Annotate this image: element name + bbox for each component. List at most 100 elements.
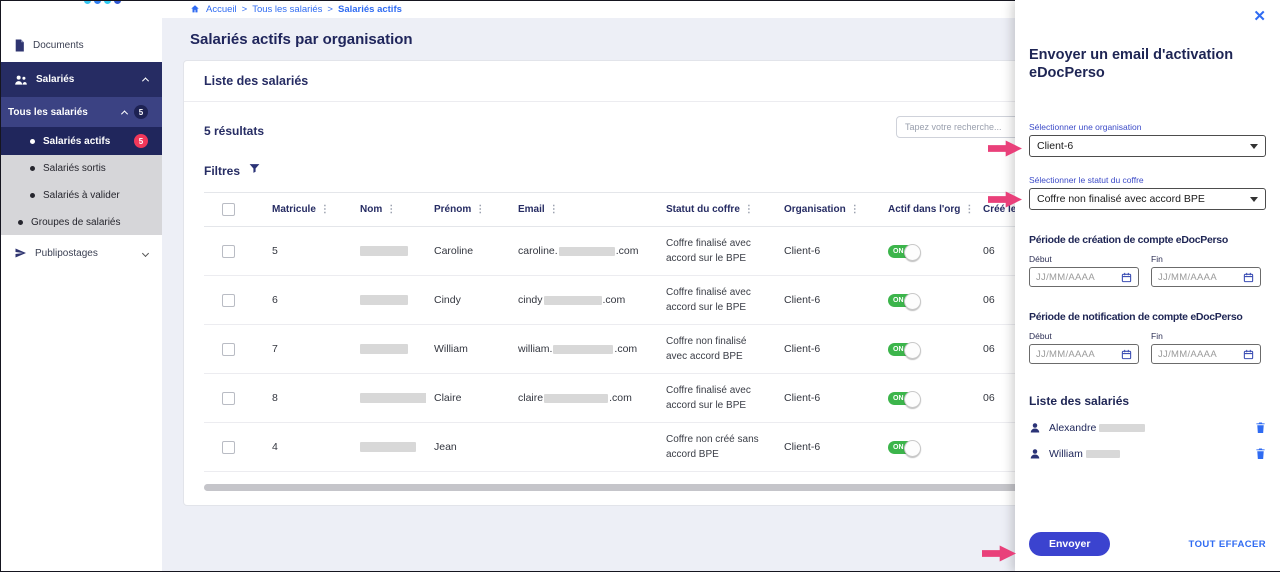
row-checkbox[interactable] <box>222 441 235 454</box>
column-header-organisation: Organisation <box>784 204 846 215</box>
cell-checkbox <box>204 227 264 276</box>
breadcrumb-accueil[interactable]: Accueil <box>206 4 237 15</box>
cell-nom <box>352 325 426 374</box>
send-button[interactable]: Envoyer <box>1029 532 1110 556</box>
organisation-select[interactable]: Client-6 <box>1029 135 1266 157</box>
organisation-select-value: Client-6 <box>1037 140 1073 152</box>
notification-start-date-input[interactable]: JJ/MM/AAAA <box>1029 344 1139 364</box>
cell-nom <box>352 423 426 472</box>
column-menu-icon[interactable]: ⋮ <box>320 204 330 215</box>
table-row: 5Carolinecaroline..comCoffre finalisé av… <box>204 227 1054 276</box>
trash-icon[interactable] <box>1255 447 1266 460</box>
sidebar-item-label: Tous les salariés <box>8 107 88 118</box>
filter-icon[interactable] <box>248 162 261 180</box>
column-menu-icon[interactable]: ⋮ <box>386 204 396 215</box>
cell-actif: ON <box>880 325 975 374</box>
bullet-icon <box>30 193 35 198</box>
column-header-matricule: Matricule <box>272 204 316 215</box>
cell-matricule: 6 <box>264 276 352 325</box>
column-menu-icon[interactable]: ⋮ <box>744 204 754 215</box>
redacted-name <box>1099 424 1145 432</box>
bullet-icon <box>18 220 23 225</box>
panel-salaries-list: Alexandre William <box>1029 421 1266 460</box>
creation-start-date-input[interactable]: JJ/MM/AAAA <box>1029 267 1139 287</box>
notification-end-date-input[interactable]: JJ/MM/AAAA <box>1151 344 1261 364</box>
cell-actif: ON <box>880 374 975 423</box>
sidebar-item-groupes-de-salaries[interactable]: Groupes de salariés <box>0 209 162 235</box>
cell-email: cindy.com <box>510 276 658 325</box>
row-checkbox[interactable] <box>222 294 235 307</box>
active-toggle[interactable]: ON <box>888 245 918 258</box>
cell-prenom: Cindy <box>426 276 510 325</box>
cell-checkbox <box>204 325 264 374</box>
row-checkbox[interactable] <box>222 343 235 356</box>
column-menu-icon[interactable]: ⋮ <box>549 204 559 215</box>
cell-organisation: Client-6 <box>776 374 880 423</box>
calendar-icon[interactable] <box>1243 272 1254 283</box>
trash-icon[interactable] <box>1255 421 1266 434</box>
scrollbar-thumb[interactable] <box>204 484 1020 491</box>
sidebar-item-salaries[interactable]: Salariés <box>0 62 162 97</box>
home-icon[interactable] <box>190 4 200 14</box>
active-toggle[interactable]: ON <box>888 441 918 454</box>
panel-footer: Envoyer TOUT EFFACER <box>1015 520 1280 572</box>
active-toggle[interactable]: ON <box>888 294 918 307</box>
sidebar-item-publipostages[interactable]: Publipostages <box>0 235 162 271</box>
creation-period-title: Période de création de compte eDocPerso <box>1029 234 1266 246</box>
calendar-icon[interactable] <box>1121 349 1132 360</box>
clear-all-button[interactable]: TOUT EFFACER <box>1189 539 1266 550</box>
sidebar-item-salaries-a-valider[interactable]: Salariés à valider <box>0 182 162 209</box>
cell-nom <box>352 227 426 276</box>
select-all-checkbox[interactable] <box>222 203 235 216</box>
column-header-actif: Actif dans l'org <box>888 204 960 215</box>
table-row: 4JeanCoffre non créé sans accord BPEClie… <box>204 423 1054 472</box>
column-menu-icon[interactable]: ⋮ <box>964 204 974 215</box>
chevron-up-icon <box>121 110 128 117</box>
filters-label: Filtres <box>204 164 240 178</box>
sidebar-item-salaries-actifs[interactable]: Salariés actifs 5 <box>0 127 162 155</box>
close-icon[interactable]: ✕ <box>1253 9 1266 24</box>
redacted-name <box>360 246 408 256</box>
redacted-name <box>360 344 408 354</box>
active-toggle[interactable]: ON <box>888 392 918 405</box>
redacted-name <box>360 393 426 403</box>
statut-select-value: Coffre non finalisé avec accord BPE <box>1037 193 1205 205</box>
sidebar-item-label: Salariés à valider <box>43 190 120 201</box>
sidebar-item-tous-les-salaries[interactable]: Tous les salariés 5 <box>0 97 162 127</box>
redacted-name <box>1086 450 1120 458</box>
panel-salarie-item: William <box>1029 447 1266 460</box>
active-toggle[interactable]: ON <box>888 343 918 356</box>
bullet-icon <box>30 166 35 171</box>
people-icon <box>14 74 28 86</box>
sidebar-item-label: Salariés sortis <box>43 163 106 174</box>
chevron-down-icon <box>142 249 149 256</box>
start-label: Début <box>1029 331 1139 341</box>
column-header-statut: Statut du coffre <box>666 204 740 215</box>
calendar-icon[interactable] <box>1121 272 1132 283</box>
column-menu-icon[interactable]: ⋮ <box>475 204 485 215</box>
cell-statut: Coffre non finalisé avec accord BPE <box>658 325 776 374</box>
table-header-row: Matricule⋮ Nom⋮ Prénom⋮ Email⋮ Statut du… <box>204 193 1054 227</box>
sidebar-item-salaries-sortis[interactable]: Salariés sortis <box>0 155 162 182</box>
row-checkbox[interactable] <box>222 392 235 405</box>
cell-prenom: Caroline <box>426 227 510 276</box>
calendar-icon[interactable] <box>1243 349 1254 360</box>
cell-email <box>510 423 658 472</box>
panel-salarie-item: Alexandre <box>1029 421 1266 434</box>
breadcrumb-tous-les-salaries[interactable]: Tous les salariés <box>252 4 322 15</box>
horizontal-scrollbar[interactable] <box>204 484 1054 491</box>
sidebar: Documents Salariés Tous les salariés 5 S… <box>0 0 162 572</box>
table-row: 6 Cindycindy.comCoffre finalisé avec acco… <box>204 276 1054 325</box>
cell-matricule: 8 <box>264 374 352 423</box>
column-menu-icon[interactable]: ⋮ <box>850 204 860 215</box>
sidebar-item-documents[interactable]: Documents <box>0 28 162 62</box>
date-placeholder: JJ/MM/AAAA <box>1036 272 1095 283</box>
end-label: Fin <box>1151 331 1261 341</box>
creation-end-date-input[interactable]: JJ/MM/AAAA <box>1151 267 1261 287</box>
cell-statut: Coffre finalisé avec accord sur le BPE <box>658 276 776 325</box>
row-checkbox[interactable] <box>222 245 235 258</box>
start-label: Début <box>1029 254 1139 264</box>
breadcrumb-salaries-actifs: Salariés actifs <box>338 4 402 15</box>
statut-select[interactable]: Coffre non finalisé avec accord BPE <box>1029 188 1266 210</box>
cell-statut: Coffre finalisé avec accord sur le BPE <box>658 227 776 276</box>
